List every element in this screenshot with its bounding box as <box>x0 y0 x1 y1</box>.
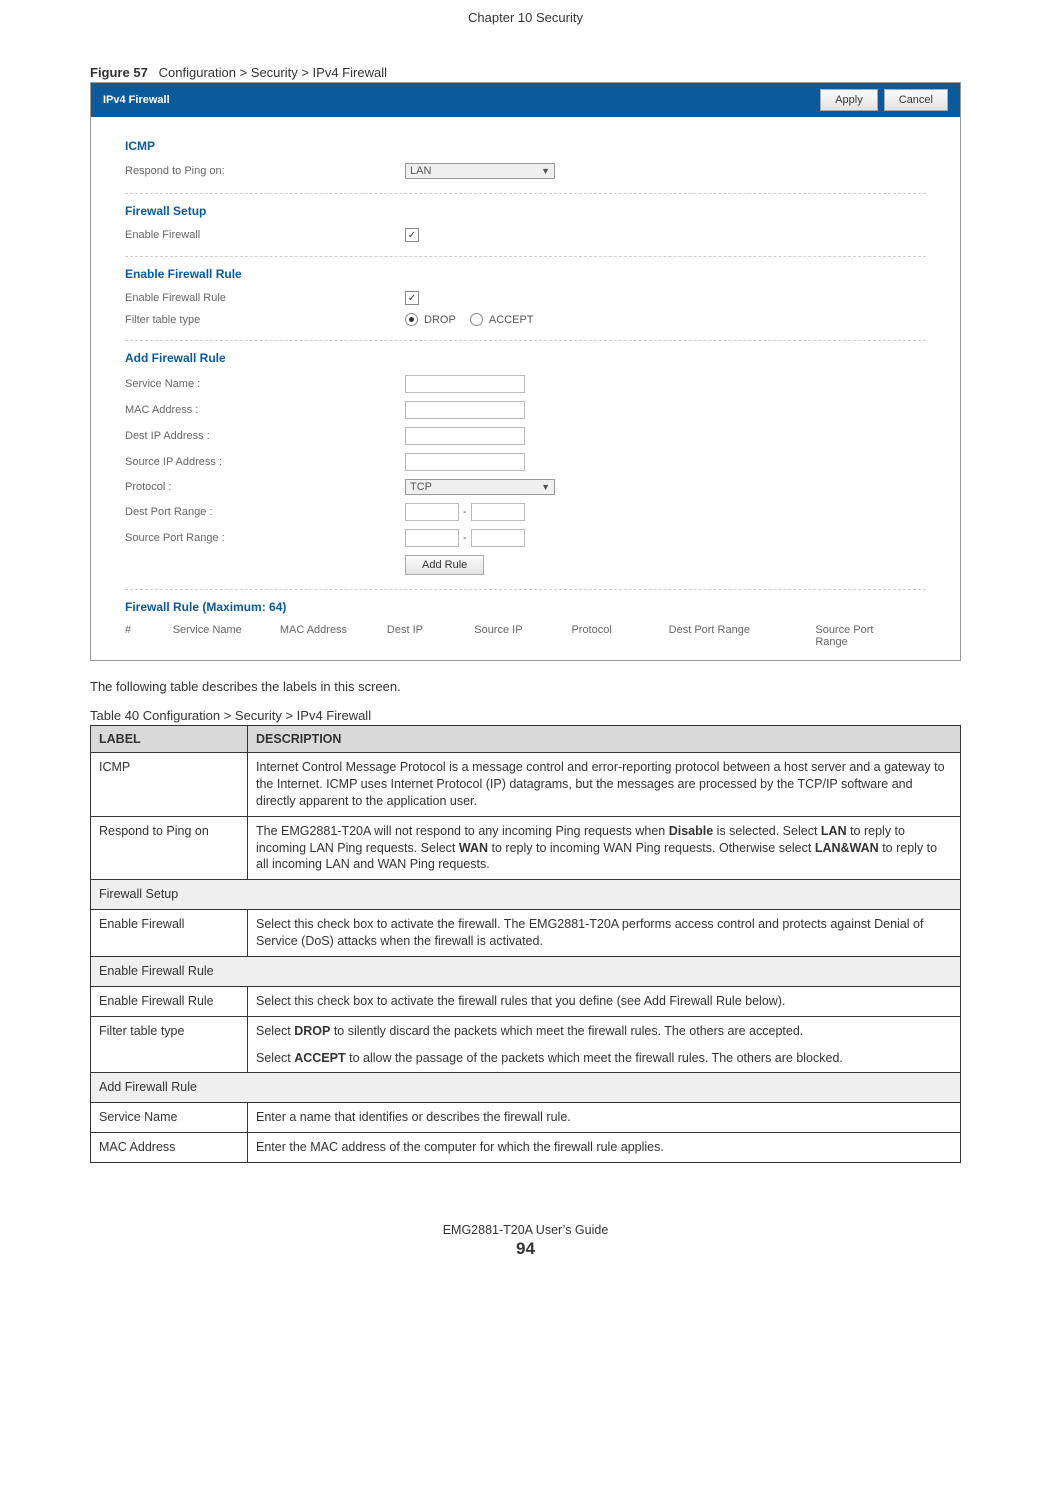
cell-desc: Select this check box to activate the fi… <box>248 986 961 1016</box>
src-port-from-input[interactable] <box>405 529 459 547</box>
panel-title: IPv4 Firewall <box>103 94 170 106</box>
protocol-value: TCP <box>410 481 432 493</box>
src-port-label: Source Port Range : <box>125 532 405 544</box>
table-row: MAC Address Enter the MAC address of the… <box>91 1133 961 1163</box>
cell-section: Firewall Setup <box>91 880 961 910</box>
col-mac: MAC Address <box>280 624 387 648</box>
cell-desc: Enter a name that identifies or describe… <box>248 1103 961 1133</box>
section-rulelist-title: Firewall Rule (Maximum: 64) <box>125 600 926 614</box>
col-destip: Dest IP <box>387 624 474 648</box>
table-row: Enable Firewall Select this check box to… <box>91 910 961 957</box>
cell-section: Enable Firewall Rule <box>91 956 961 986</box>
figure-number: Figure 57 <box>90 65 148 80</box>
chevron-down-icon: ▼ <box>541 166 550 176</box>
panel-titlebar: IPv4 Firewall Apply Cancel <box>91 83 960 117</box>
filter-type-label: Filter table type <box>125 314 405 326</box>
cell-label: MAC Address <box>91 1133 248 1163</box>
table-row: Firewall Setup <box>91 880 961 910</box>
col-srcport: Source Port Range <box>815 624 926 648</box>
enable-fwrule-checkbox[interactable]: ✓ <box>405 291 419 305</box>
guide-name: EMG2881-T20A User’s Guide <box>90 1223 961 1237</box>
table-row: Enable Firewall Rule <box>91 956 961 986</box>
divider <box>125 193 926 194</box>
enable-firewall-label: Enable Firewall <box>125 229 405 241</box>
protocol-label: Protocol : <box>125 481 405 493</box>
cell-label: Respond to Ping on <box>91 816 248 880</box>
th-label: LABEL <box>91 726 248 753</box>
mac-address-input[interactable] <box>405 401 525 419</box>
dest-ip-input[interactable] <box>405 427 525 445</box>
page-footer: EMG2881-T20A User’s Guide 94 <box>90 1223 961 1259</box>
table-row: Enable Firewall Rule Select this check b… <box>91 986 961 1016</box>
table-row: Filter table type Select DROP to silentl… <box>91 1016 961 1073</box>
cell-desc: Enter the MAC address of the computer fo… <box>248 1133 961 1163</box>
col-destport: Dest Port Range <box>669 624 816 648</box>
service-name-input[interactable] <box>405 375 525 393</box>
th-desc: DESCRIPTION <box>248 726 961 753</box>
divider <box>125 256 926 257</box>
col-srcip: Source IP <box>474 624 571 648</box>
range-dash: - <box>463 532 467 544</box>
cell-desc: The EMG2881-T20A will not respond to any… <box>248 816 961 880</box>
table-row: Respond to Ping on The EMG2881-T20A will… <box>91 816 961 880</box>
cell-desc: Select this check box to activate the fi… <box>248 910 961 957</box>
cell-label: Enable Firewall Rule <box>91 986 248 1016</box>
protocol-select[interactable]: TCP ▼ <box>405 479 555 495</box>
chevron-down-icon: ▼ <box>541 482 550 492</box>
source-ip-input[interactable] <box>405 453 525 471</box>
cell-label: Filter table type <box>91 1016 248 1073</box>
mac-address-label: MAC Address : <box>125 404 405 416</box>
firewall-screenshot: IPv4 Firewall Apply Cancel ICMP Respond … <box>90 82 961 661</box>
dest-port-to-input[interactable] <box>471 503 525 521</box>
dest-ip-label: Dest IP Address : <box>125 430 405 442</box>
src-port-to-input[interactable] <box>471 529 525 547</box>
respond-ping-label: Respond to Ping on: <box>125 165 405 177</box>
section-icmp-title: ICMP <box>125 139 926 153</box>
table-caption: Table 40 Configuration > Security > IPv4… <box>90 708 961 723</box>
figure-caption: Figure 57 Configuration > Security > IPv… <box>90 65 961 80</box>
section-fwsetup-title: Firewall Setup <box>125 204 926 218</box>
cell-desc: Select DROP to silently discard the pack… <box>248 1016 961 1073</box>
table-row: Service Name Enter a name that identifie… <box>91 1103 961 1133</box>
cell-desc: Internet Control Message Protocol is a m… <box>248 753 961 817</box>
figure-title: Configuration > Security > IPv4 Firewall <box>159 65 387 80</box>
cell-label: Service Name <box>91 1103 248 1133</box>
section-fwrule-title: Enable Firewall Rule <box>125 267 926 281</box>
col-num: # <box>125 624 173 648</box>
cell-label: ICMP <box>91 753 248 817</box>
chapter-header: Chapter 10 Security <box>90 10 961 25</box>
col-service: Service Name <box>173 624 280 648</box>
cell-section: Add Firewall Rule <box>91 1073 961 1103</box>
description-table: LABEL DESCRIPTION ICMP Internet Control … <box>90 725 961 1163</box>
table-row: ICMP Internet Control Message Protocol i… <box>91 753 961 817</box>
cancel-button[interactable]: Cancel <box>884 89 948 111</box>
respond-ping-select[interactable]: LAN ▼ <box>405 163 555 179</box>
apply-button[interactable]: Apply <box>820 89 878 111</box>
page-number: 94 <box>90 1239 961 1259</box>
filter-drop-text: DROP <box>424 314 456 326</box>
add-rule-button[interactable]: Add Rule <box>405 555 484 575</box>
col-proto: Protocol <box>571 624 668 648</box>
filter-accept-text: ACCEPT <box>489 314 534 326</box>
table-row: Add Firewall Rule <box>91 1073 961 1103</box>
intro-text: The following table describes the labels… <box>90 679 961 694</box>
enable-firewall-checkbox[interactable]: ✓ <box>405 228 419 242</box>
filter-drop-radio[interactable] <box>405 313 418 326</box>
enable-fwrule-label: Enable Firewall Rule <box>125 292 405 304</box>
dest-port-label: Dest Port Range : <box>125 506 405 518</box>
section-addrule-title: Add Firewall Rule <box>125 351 926 365</box>
dest-port-from-input[interactable] <box>405 503 459 521</box>
filter-accept-radio[interactable] <box>470 313 483 326</box>
source-ip-label: Source IP Address : <box>125 456 405 468</box>
cell-label: Enable Firewall <box>91 910 248 957</box>
service-name-label: Service Name : <box>125 378 405 390</box>
divider <box>125 340 926 341</box>
rule-table-header: # Service Name MAC Address Dest IP Sourc… <box>125 620 926 654</box>
range-dash: - <box>463 506 467 518</box>
divider <box>125 589 926 590</box>
respond-ping-value: LAN <box>410 165 431 177</box>
